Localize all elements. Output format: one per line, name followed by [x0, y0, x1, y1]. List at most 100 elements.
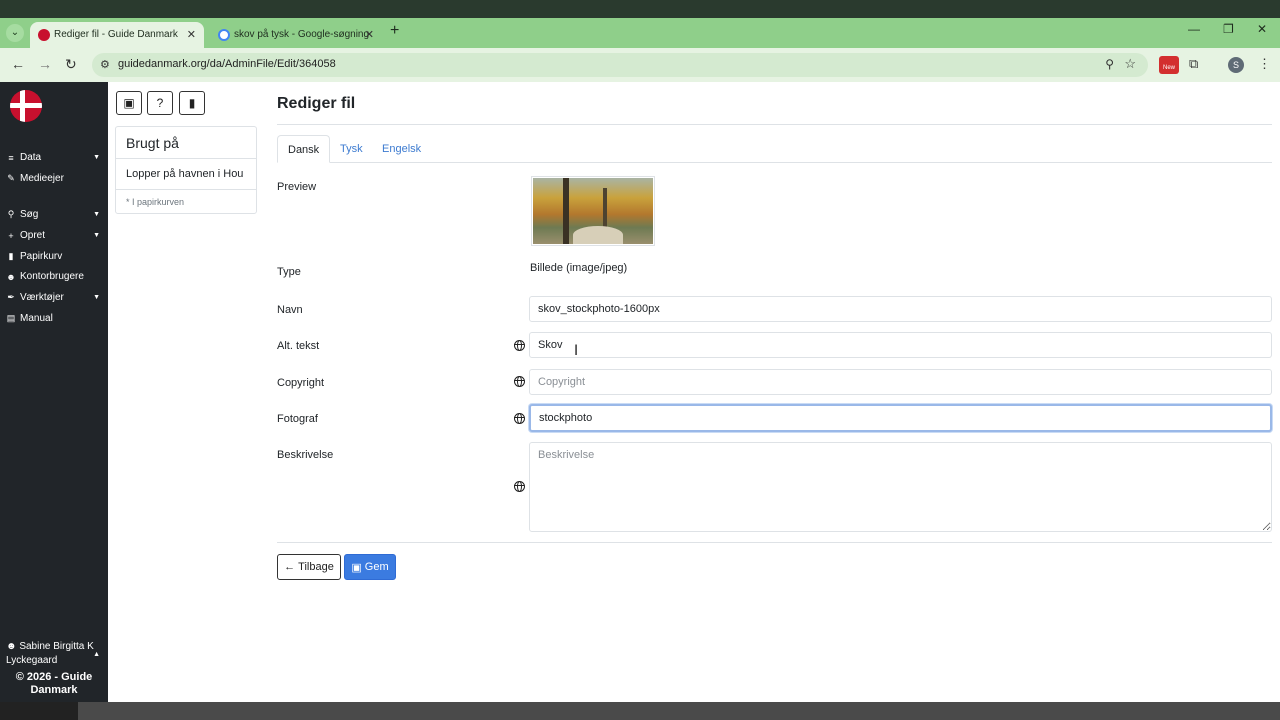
back-button[interactable]: ← Tilbage — [277, 554, 341, 580]
caret-down-icon: ▼ — [93, 211, 100, 218]
sidebar-item-label: Værktøjer — [20, 292, 64, 303]
site-info-icon[interactable]: ⚙ — [100, 58, 110, 71]
sidebar-item-medieejer[interactable]: ✎ Medieejer — [6, 173, 102, 184]
sidebar-item-kontorbrugere[interactable]: ☻ Kontorbrugere — [6, 271, 102, 282]
sidebar-user-menu[interactable]: ☻ Sabine Birgitta K Lyckegaard ▲ — [6, 640, 102, 668]
browser-tab-title: skov på tysk - Google-søgning — [234, 29, 370, 40]
alt-text-field[interactable] — [529, 332, 1272, 358]
name-field[interactable] — [529, 296, 1272, 322]
name-label: Navn — [277, 304, 303, 316]
minimize-icon[interactable]: — — [1188, 22, 1200, 36]
browser-menu-icon[interactable]: ⋮ — [1258, 56, 1271, 72]
user-name: Sabine Birgitta K Lyckegaard — [6, 641, 94, 666]
address-bar: ← → ↻ ⚙ guidedanmark.org/da/AdminFile/Ed… — [0, 48, 1280, 82]
globe-icon[interactable] — [514, 340, 525, 351]
plus-icon: + — [8, 230, 14, 241]
globe-icon[interactable] — [514, 481, 525, 492]
url-text[interactable]: guidedanmark.org/da/AdminFile/Edit/36405… — [118, 58, 336, 70]
tab-dansk[interactable]: Dansk — [277, 135, 331, 163]
copyright-field[interactable] — [529, 369, 1272, 395]
book-icon: ▤ — [6, 313, 16, 323]
guide-danmark-favicon-icon — [38, 29, 50, 41]
divider — [116, 158, 256, 159]
caret-up-icon: ▲ — [93, 651, 100, 658]
preview-image[interactable] — [531, 176, 655, 246]
sidebar-item-label: Opret — [20, 230, 46, 241]
save-button[interactable]: ▣ Gem — [344, 554, 396, 580]
sidebar-item-vaerktojer[interactable]: ✒ Værktøjer ▼ — [6, 292, 102, 303]
reload-icon[interactable]: ↻ — [65, 56, 77, 73]
used-in-panel: Brugt på Lopper på havnen i Hou * I papi… — [115, 126, 257, 214]
globe-icon[interactable] — [514, 413, 525, 424]
extensions-puzzle-icon[interactable]: ⧉ — [1189, 56, 1198, 72]
taskbar-thumbnail[interactable] — [0, 702, 78, 720]
sidebar-item-label: Data — [20, 152, 42, 163]
text-cursor-icon: I — [574, 343, 579, 359]
browser-tab-active[interactable]: Rediger fil - Guide Danmark ✕ — [30, 22, 204, 48]
database-icon: ≡ — [8, 152, 14, 163]
zoom-icon[interactable]: ⚲ — [1105, 57, 1114, 71]
sidebar-item-opret[interactable]: + Opret ▼ — [6, 230, 102, 241]
divider — [277, 124, 1272, 125]
bookmark-star-icon[interactable]: ☆ — [1124, 56, 1136, 72]
tab-tysk[interactable]: Tysk — [330, 135, 373, 163]
page-title: Rediger fil — [277, 95, 356, 112]
caret-down-icon: ▼ — [93, 294, 100, 301]
os-bottom-strip — [0, 702, 1280, 720]
new-tab-icon[interactable]: + — [390, 22, 399, 40]
divider — [277, 542, 1272, 543]
sidebar-item-papirkurv[interactable]: ▮ Papirkurv — [6, 251, 102, 262]
copyright-footer: © 2026 - Guide Danmark — [15, 671, 93, 696]
save-icon-button[interactable]: ▣ — [116, 91, 142, 115]
description-field[interactable] — [529, 442, 1272, 532]
sidebar-item-data[interactable]: ≡ Data ▼ — [6, 152, 102, 163]
help-button[interactable]: ? — [147, 91, 173, 115]
globe-icon[interactable] — [514, 376, 525, 387]
divider — [116, 189, 256, 190]
restore-icon[interactable]: ❐ — [1223, 22, 1234, 36]
forward-arrow-icon[interactable]: → — [38, 56, 52, 72]
google-favicon-icon — [218, 29, 230, 41]
user-icon: ☻ — [6, 641, 20, 652]
caret-down-icon: ▼ — [93, 154, 100, 161]
used-in-note: * I papirkurven — [126, 197, 185, 207]
back-button-label: Tilbage — [298, 561, 334, 573]
url-field[interactable]: ⚙ guidedanmark.org/da/AdminFile/Edit/364… — [92, 53, 1148, 77]
photographer-label: Fotograf — [277, 413, 318, 425]
sidebar-item-label: Manual — [20, 313, 53, 324]
trash-icon: ▮ — [8, 251, 14, 261]
sidebar-item-sog[interactable]: ⚲ Søg ▼ — [6, 209, 102, 220]
close-tab-icon[interactable]: ✕ — [365, 22, 374, 48]
forest-photo — [533, 178, 653, 244]
tab-engelsk[interactable]: Engelsk — [372, 135, 431, 163]
save-button-label: Gem — [364, 561, 389, 573]
used-in-item-link[interactable]: Lopper på havnen i Hou — [126, 168, 254, 180]
alt-text-label: Alt. tekst — [277, 340, 320, 352]
close-tab-icon[interactable]: ✕ — [187, 22, 196, 48]
profile-avatar[interactable]: S — [1228, 57, 1244, 73]
tab-search-icon[interactable]: ⌄ — [6, 24, 24, 42]
sidebar-item-label: Papirkurv — [20, 251, 63, 262]
trash-icon: ▮ — [188, 96, 196, 110]
sidebar-item-manual[interactable]: ▤ Manual — [6, 313, 102, 324]
delete-button[interactable]: ▮ — [179, 91, 205, 115]
type-value: Billede (image/jpeg) — [530, 262, 628, 274]
description-label: Beskrivelse — [277, 449, 334, 461]
guide-danmark-logo[interactable] — [10, 90, 42, 122]
back-arrow-icon[interactable]: ← — [11, 56, 25, 72]
extension-new-icon[interactable]: New — [1159, 56, 1179, 74]
sidebar-item-label: Søg — [20, 209, 39, 220]
os-top-strip — [0, 0, 1280, 18]
search-icon: ⚲ — [7, 209, 15, 219]
window-close-icon[interactable]: ✕ — [1257, 22, 1267, 36]
preview-label: Preview — [277, 181, 317, 193]
sidebar: ≡ Data ▼ ✎ Medieejer ⚲ Søg ▼ + Opret ▼ ▮… — [0, 82, 108, 702]
edit-icon: ✎ — [7, 173, 15, 183]
users-icon: ☻ — [6, 271, 16, 282]
browser-tab-google[interactable]: skov på tysk - Google-søgning ✕ — [210, 22, 382, 48]
photographer-field[interactable] — [529, 404, 1272, 432]
extension-new-badge: New — [1162, 65, 1175, 71]
type-label: Type — [277, 266, 301, 278]
floppy-disk-icon: ▣ — [123, 96, 135, 110]
sidebar-item-label: Kontorbrugere — [20, 271, 84, 282]
